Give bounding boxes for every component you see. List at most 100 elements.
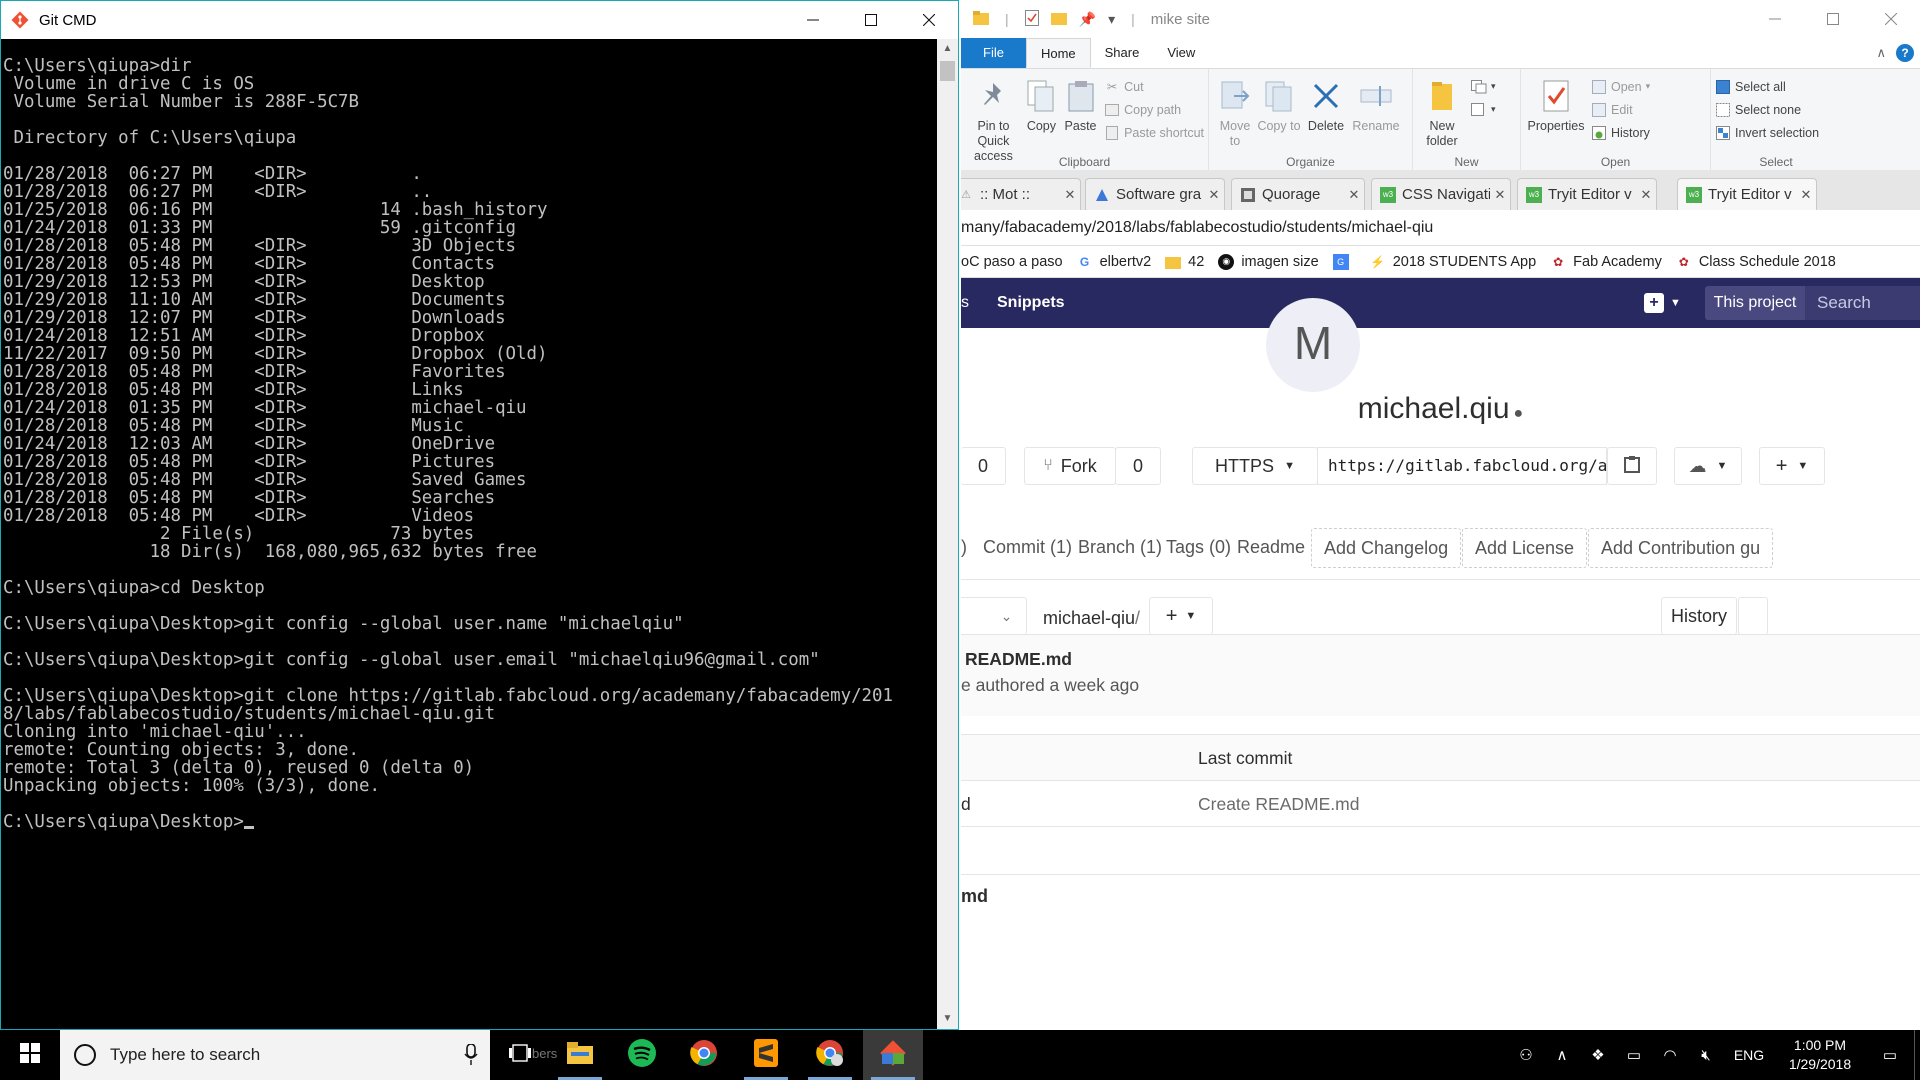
- download-dropdown[interactable]: ☁ ▼: [1674, 447, 1742, 485]
- cmd-titlebar[interactable]: Git CMD: [1, 1, 958, 39]
- explorer-minimize-button[interactable]: [1746, 0, 1804, 38]
- new-item-button[interactable]: ▾: [1471, 77, 1496, 96]
- wifi-icon[interactable]: ◠: [1652, 1046, 1688, 1064]
- stat-commits[interactable]: Commit (1): [983, 537, 1072, 558]
- add-changelog-button[interactable]: Add Changelog: [1311, 528, 1462, 568]
- show-desktop-button[interactable]: [1914, 1030, 1920, 1080]
- explorer-titlebar[interactable]: | 📌 ▾ | mike site: [961, 0, 1920, 38]
- microphone-icon[interactable]: [464, 1043, 478, 1071]
- taskbar-search-box[interactable]: Type here to search: [60, 1030, 490, 1080]
- tab-home[interactable]: Home: [1025, 38, 1091, 68]
- stat-readme[interactable]: Readme: [1237, 537, 1305, 558]
- explorer-maximize-button[interactable]: [1804, 0, 1862, 38]
- scroll-thumb[interactable]: [940, 61, 955, 81]
- maximize-button[interactable]: [842, 1, 900, 39]
- add-to-tree-button[interactable]: + ▼: [1149, 597, 1213, 635]
- add-license-button[interactable]: Add License: [1462, 528, 1588, 568]
- browser-tab-active[interactable]: w3 Tryit Editor v ✕: [1677, 178, 1817, 210]
- file-name[interactable]: d: [961, 794, 971, 815]
- new-folder-quick-icon[interactable]: [1050, 11, 1067, 28]
- bookmark[interactable]: ◉ imagen size: [1218, 253, 1319, 270]
- protocol-dropdown[interactable]: HTTPS ▼: [1192, 447, 1318, 485]
- tab-file[interactable]: File: [961, 38, 1026, 68]
- scroll-up-icon[interactable]: ▲: [937, 39, 958, 59]
- browser-tab[interactable]: Quorage ✕: [1231, 178, 1365, 210]
- input-language[interactable]: ENG: [1724, 1047, 1774, 1063]
- tab-share[interactable]: Share: [1091, 38, 1154, 68]
- invert-selection-button[interactable]: Invert selection: [1715, 123, 1819, 142]
- taskbar-file-explorer[interactable]: [550, 1030, 610, 1080]
- taskbar-sublime-text[interactable]: [736, 1030, 796, 1080]
- easy-access-button[interactable]: ▾: [1471, 100, 1496, 119]
- pin-quick-icon[interactable]: 📌: [1079, 11, 1096, 28]
- taskbar-clock[interactable]: 1:00 PM 1/29/2018: [1774, 1036, 1866, 1074]
- bookmark[interactable]: ✿ Fab Academy: [1550, 254, 1662, 270]
- find-file-button-partial[interactable]: [1738, 597, 1768, 635]
- select-none-button[interactable]: Select none: [1715, 100, 1819, 119]
- history-button[interactable]: History: [1661, 597, 1737, 635]
- nav-item-snippets[interactable]: Snippets: [997, 294, 1065, 312]
- bookmark[interactable]: ✿ Class Schedule 2018: [1676, 254, 1836, 270]
- console-scrollbar[interactable]: ▲ ▼: [937, 39, 958, 1029]
- browser-tab[interactable]: w3 CSS Navigati ✕: [1371, 178, 1511, 210]
- clone-url-input[interactable]: https://gitlab.fabcloud.org/aca: [1317, 447, 1607, 485]
- customize-qa-chevron-icon[interactable]: ▾: [1108, 11, 1115, 28]
- bookmark[interactable]: oC paso a paso: [961, 254, 1063, 270]
- minimize-button[interactable]: [784, 1, 842, 39]
- nav-item-partial[interactable]: s: [961, 294, 969, 312]
- tree-path-root[interactable]: michael-qiu: [1043, 608, 1135, 629]
- bookmark[interactable]: Gelbertv2: [1077, 254, 1151, 270]
- branch-dropdown[interactable]: ⌄: [961, 597, 1027, 635]
- star-count[interactable]: 0: [961, 447, 1006, 485]
- browser-tab[interactable]: ⚠ :: Mot :: ✕: [961, 178, 1081, 210]
- tab-close-icon[interactable]: ✕: [1490, 187, 1510, 203]
- file-last-commit[interactable]: Create README.md: [1198, 794, 1359, 815]
- address-bar[interactable]: many/fabacademy/2018/labs/fablabecostudi…: [961, 210, 1920, 246]
- add-contribution-button[interactable]: Add Contribution gu: [1588, 528, 1774, 568]
- battery-icon[interactable]: ▭: [1616, 1046, 1652, 1064]
- scroll-down-icon[interactable]: ▼: [937, 1009, 958, 1029]
- copy-path-button[interactable]: Copy path: [1104, 100, 1204, 119]
- tab-close-icon[interactable]: ✕: [1796, 187, 1816, 203]
- tab-close-icon[interactable]: ✕: [1204, 187, 1224, 203]
- select-all-button[interactable]: Select all: [1715, 77, 1819, 96]
- history-button[interactable]: History: [1591, 123, 1650, 142]
- table-row[interactable]: d Create README.md: [961, 780, 1920, 826]
- explorer-close-button[interactable]: [1862, 0, 1920, 38]
- close-button[interactable]: [900, 1, 958, 39]
- taskbar-chrome[interactable]: [674, 1030, 734, 1080]
- fork-button[interactable]: ⑂ Fork: [1024, 447, 1116, 485]
- stat-branches[interactable]: Branch (1): [1078, 537, 1162, 558]
- bookmark[interactable]: ⚡ 2018 STUDENTS App: [1370, 254, 1536, 270]
- tab-close-icon[interactable]: ✕: [1636, 187, 1656, 203]
- taskbar-git-cmd[interactable]: [863, 1030, 923, 1080]
- taskbar-chrome-profile[interactable]: [800, 1030, 860, 1080]
- tab-close-icon[interactable]: ✕: [1060, 187, 1080, 203]
- add-dropdown[interactable]: + ▼: [1759, 447, 1825, 485]
- properties-quick-icon[interactable]: [1024, 9, 1039, 29]
- edit-button[interactable]: Edit: [1591, 100, 1650, 119]
- search-scope-badge[interactable]: This project: [1705, 286, 1805, 320]
- new-dropdown-button[interactable]: + ▼: [1644, 290, 1688, 316]
- fork-count[interactable]: 0: [1115, 447, 1161, 485]
- open-button[interactable]: Open ▾: [1591, 77, 1650, 96]
- task-view-button[interactable]: bers: [490, 1030, 557, 1080]
- collapse-ribbon-chevron-icon[interactable]: ∧: [1876, 45, 1886, 61]
- browser-tab[interactable]: w3 Tryit Editor v ✕: [1517, 178, 1657, 210]
- volume-muted-icon[interactable]: 🔇︎: [1688, 1047, 1724, 1064]
- people-icon[interactable]: ⚇: [1508, 1046, 1544, 1064]
- action-center-icon[interactable]: ▭: [1866, 1046, 1914, 1064]
- help-icon[interactable]: ?: [1896, 44, 1914, 62]
- search-input[interactable]: Search: [1805, 286, 1920, 320]
- taskbar-spotify[interactable]: [612, 1030, 672, 1080]
- start-button[interactable]: [0, 1030, 60, 1080]
- console-output[interactable]: C:\Users\qiupa>dir Volume in drive C is …: [1, 39, 937, 1029]
- bookmark[interactable]: G: [1332, 253, 1356, 270]
- cut-button[interactable]: ✂ Cut: [1104, 77, 1204, 96]
- stat-tags[interactable]: Tags (0): [1166, 537, 1231, 558]
- bookmark[interactable]: 42: [1165, 254, 1204, 270]
- browser-tab[interactable]: Software gra ✕: [1085, 178, 1225, 210]
- stat-partial[interactable]: ): [961, 537, 967, 558]
- last-commit-title[interactable]: README.md: [965, 649, 1072, 670]
- dropbox-icon[interactable]: ❖: [1580, 1046, 1616, 1064]
